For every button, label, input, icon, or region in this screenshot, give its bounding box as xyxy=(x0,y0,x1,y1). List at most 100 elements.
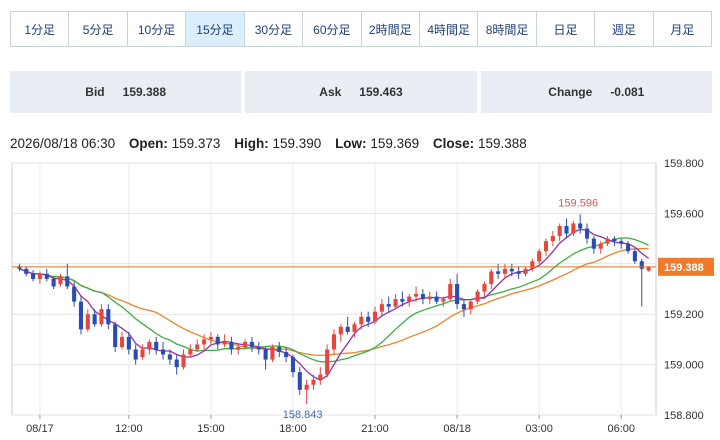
candle-body xyxy=(564,226,569,234)
close-value: 159.388 xyxy=(477,136,527,151)
candle-body xyxy=(65,276,70,287)
bid-cell: Bid 159.388 xyxy=(10,71,242,113)
candle-body xyxy=(530,261,535,269)
candle-body xyxy=(92,314,97,325)
tab-0[interactable]: 1分足 xyxy=(11,12,70,46)
candle-body xyxy=(414,294,419,297)
close-label: Close: xyxy=(432,136,475,151)
y-tick-label: 159.600 xyxy=(664,208,704,220)
candle-body xyxy=(58,276,63,284)
candle-body xyxy=(379,304,384,312)
candle-body xyxy=(646,266,651,271)
candle-body xyxy=(270,346,275,360)
candle-body xyxy=(126,336,131,350)
current-price-label: 159.388 xyxy=(664,262,704,274)
candle-body xyxy=(386,304,391,307)
low-label: Low: xyxy=(335,136,367,151)
candle-body xyxy=(352,324,357,332)
high-label: High: xyxy=(234,136,269,151)
candle-body xyxy=(639,261,644,269)
ask-label: Ask xyxy=(319,85,342,99)
candle-body xyxy=(133,349,138,360)
candle-body xyxy=(229,341,234,350)
candle-body xyxy=(502,268,508,274)
candle-body xyxy=(461,304,466,310)
candle-body xyxy=(37,273,42,279)
candle-body xyxy=(106,309,111,325)
candle-body xyxy=(455,283,460,305)
bid-label: Bid xyxy=(85,85,105,99)
candlestick-chart[interactable]: 159.800159.600159.400159.200159.000158.8… xyxy=(10,155,715,440)
candle-body xyxy=(509,268,514,272)
timeframe-tabs: 1分足 5分足 10分足 15分足 30分足 60分足 2時間足 4時間足 8時間足 日足 週足 月足 xyxy=(10,11,712,47)
candle-body xyxy=(550,236,555,242)
candle-body xyxy=(99,309,104,325)
tab-4[interactable]: 30分足 xyxy=(245,12,304,46)
candle-body xyxy=(78,301,84,330)
tab-3[interactable]: 15分足 xyxy=(186,12,245,46)
tab-2[interactable]: 10分足 xyxy=(128,12,187,46)
change-cell: Change -0.081 xyxy=(480,71,712,113)
high-annotation: 159.596 xyxy=(558,197,598,209)
tab-11[interactable]: 月足 xyxy=(654,12,711,46)
candle-body xyxy=(263,349,268,360)
x-tick-label: 12:00 xyxy=(115,423,143,435)
candle-body xyxy=(154,341,159,350)
candle-body xyxy=(119,336,125,347)
candle-body xyxy=(420,294,425,300)
candle-body xyxy=(557,226,562,237)
tab-9[interactable]: 日足 xyxy=(537,12,596,46)
candle-body xyxy=(72,286,77,302)
candle-body xyxy=(297,372,302,390)
candle-body xyxy=(605,238,610,244)
tab-5[interactable]: 60分足 xyxy=(303,12,362,46)
candle-body xyxy=(482,283,487,292)
price-chart[interactable]: 159.800159.600159.400159.200159.000158.8… xyxy=(10,155,715,440)
candle-body xyxy=(434,296,439,302)
x-tick-label: 03:00 xyxy=(525,423,553,435)
candle-body xyxy=(160,349,166,355)
candle-body xyxy=(338,326,343,335)
x-tick-label: 08/18 xyxy=(443,423,471,435)
candle-body xyxy=(619,241,624,244)
candle-body xyxy=(543,241,549,252)
candle-body xyxy=(427,296,432,300)
candle-body xyxy=(407,296,412,302)
candle-body xyxy=(598,243,603,249)
candle-body xyxy=(345,326,350,332)
candle-body xyxy=(632,251,637,262)
ask-value: 159.463 xyxy=(359,85,403,99)
ohlc-readout: 2026/08/18 06:30 Open: 159.373 High: 159… xyxy=(10,136,527,151)
candle-body xyxy=(44,273,49,279)
candle-body xyxy=(290,357,296,373)
low-value: 159.369 xyxy=(370,136,420,151)
candle-body xyxy=(325,349,330,375)
candle-body xyxy=(195,344,200,350)
ask-cell: Ask 159.463 xyxy=(245,71,477,113)
candle-body xyxy=(400,299,405,302)
candle-body xyxy=(448,283,453,300)
y-tick-label: 159.800 xyxy=(664,158,704,170)
high-value: 159.390 xyxy=(272,136,322,151)
x-tick-label: 15:00 xyxy=(197,423,225,435)
tab-8[interactable]: 8時間足 xyxy=(478,12,537,46)
candle-body xyxy=(372,311,378,322)
candle-body xyxy=(441,299,446,302)
bid-value: 159.388 xyxy=(122,85,167,99)
candle-body xyxy=(24,268,29,274)
tab-1[interactable]: 5分足 xyxy=(69,12,128,46)
tab-6[interactable]: 2時間足 xyxy=(362,12,420,46)
candle-body xyxy=(584,228,590,239)
y-tick-label: 159.200 xyxy=(664,309,704,321)
candle-body xyxy=(366,316,371,322)
candle-body xyxy=(174,359,179,368)
quote-bar: Bid 159.388 Ask 159.463 Change -0.081 xyxy=(10,71,712,113)
open-label: Open: xyxy=(128,136,168,151)
x-tick-label: 06:00 xyxy=(607,423,635,435)
candle-body xyxy=(304,384,309,390)
candle-body xyxy=(188,349,193,355)
tab-10[interactable]: 週足 xyxy=(595,12,654,46)
tab-7[interactable]: 4時間足 xyxy=(420,12,479,46)
candle-body xyxy=(243,341,248,347)
change-value: -0.081 xyxy=(610,85,645,99)
